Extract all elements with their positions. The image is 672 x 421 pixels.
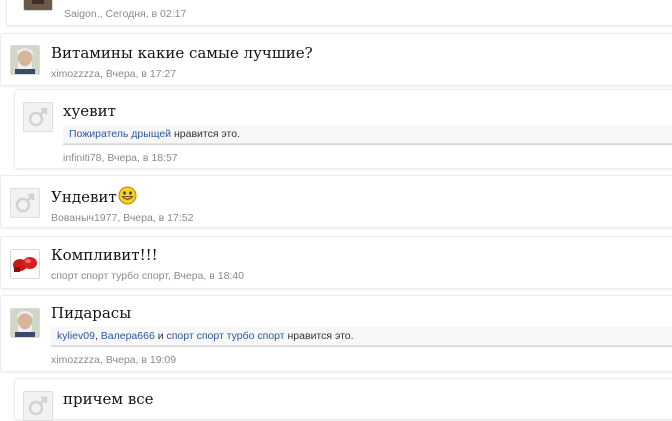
post-item: Пидарасы kyliev09, Валера666 и спорт спо…	[0, 295, 672, 372]
post-message: Ундевит	[51, 186, 137, 206]
liker-link[interactable]: kyliev09	[57, 330, 95, 342]
post-date[interactable]: Сегодня, в 02:17	[105, 8, 186, 20]
post-meta: ximozzzza, Вчера, в 19:09	[51, 354, 177, 366]
author-link[interactable]: ximozzzza	[51, 68, 100, 80]
divider	[51, 346, 672, 347]
post-message: Витамины какие самые лучшие?	[51, 44, 313, 62]
avatar[interactable]	[23, 102, 53, 132]
avatar[interactable]	[10, 308, 40, 338]
post-date[interactable]: Вчера, в 17:27	[106, 68, 176, 80]
liker-link[interactable]: спорт спорт турбо спорт	[167, 330, 285, 342]
avatar[interactable]	[10, 45, 40, 75]
male-placeholder-icon	[28, 396, 48, 416]
post-item: Компливит!!! спорт спорт турбо спорт, Вч…	[0, 236, 672, 289]
divider	[63, 144, 672, 145]
post-message: причем все	[63, 390, 154, 408]
post-message: хуевит	[63, 102, 116, 120]
author-link[interactable]: спорт спорт турбо спорт	[51, 270, 168, 282]
post-date[interactable]: Вчера, в 18:40	[174, 270, 244, 282]
post-meta: спорт спорт турбо спорт, Вчера, в 18:40	[51, 270, 245, 282]
liker-link[interactable]: Пожиратель дрыщей	[69, 128, 171, 140]
likes-summary: Пожиратель дрыщей нравится это.	[63, 125, 672, 144]
author-link[interactable]: ximozzzza	[51, 354, 100, 366]
likes-summary: kyliev09, Валера666 и спорт спорт турбо …	[51, 327, 672, 346]
liker-link[interactable]: Валера666	[101, 330, 155, 342]
post-date[interactable]: Вчера, в 17:52	[123, 212, 193, 224]
post-item: причем все	[14, 378, 672, 421]
post-date[interactable]: Вчера, в 19:09	[106, 354, 176, 366]
grin-smiley-icon	[118, 186, 137, 205]
post-message: Пидарасы	[51, 304, 132, 322]
male-placeholder-icon	[15, 193, 35, 213]
male-placeholder-icon	[28, 107, 48, 127]
post-item: Ундевит Вованыч1977, Вчера, в 17:52	[0, 175, 672, 228]
avatar[interactable]	[23, 391, 53, 421]
post-item: Витамины какие самые лучшие? ximozzzza, …	[0, 33, 672, 86]
avatar[interactable]	[10, 188, 40, 218]
avatar[interactable]	[10, 249, 40, 279]
author-link[interactable]: infiniti78	[63, 152, 102, 164]
author-link[interactable]: Вованыч1977	[51, 212, 117, 224]
avatar[interactable]	[23, 0, 53, 11]
author-link[interactable]: Saigon.	[64, 8, 100, 20]
post-meta: infiniti78, Вчера, в 18:57	[63, 152, 178, 164]
post-meta: Вованыч1977, Вчера, в 17:52	[51, 212, 194, 224]
post-item: хуевит Пожиратель дрыщей нравится это. i…	[14, 89, 672, 169]
post-item: Saigon., Сегодня, в 02:17	[6, 0, 672, 26]
post-meta: Saigon., Сегодня, в 02:17	[64, 8, 187, 20]
post-date[interactable]: Вчера, в 18:57	[107, 152, 177, 164]
post-meta: ximozzzza, Вчера, в 17:27	[51, 68, 177, 80]
post-message: Компливит!!!	[51, 246, 158, 264]
